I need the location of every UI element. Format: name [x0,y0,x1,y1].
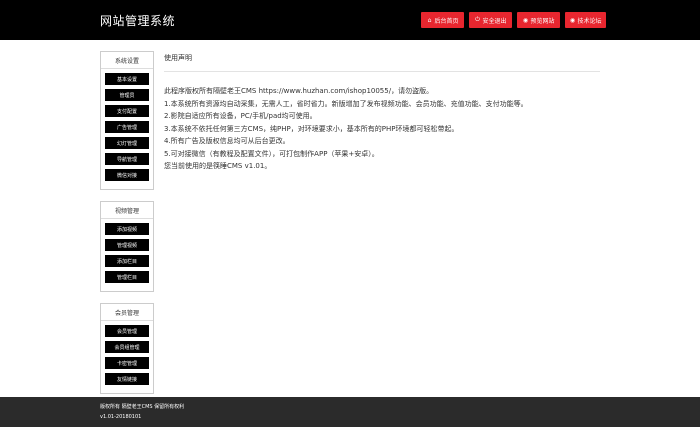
logout-button[interactable]: ⏻ 安全退出 [469,12,512,28]
sidebar-group-title: 系统设置 [101,52,153,69]
sidebar: 系统设置 基本设置 管理员 支付配置 广告管理 幻灯管理 导航管理 微信对接 视… [100,51,154,405]
sidebar-item-nav-management[interactable]: 导航管理 [105,153,149,165]
preview-site-label: 预览网站 [530,17,555,25]
main-content: 使用声明 此程序版权所有隔壁老王CMS https://www.huzhan.c… [164,53,600,173]
footer-copyright: 版权所有 隔壁老王CMS 保留所有权利 [100,404,185,410]
sidebar-item-ad-management[interactable]: 广告管理 [105,121,149,133]
notice-line: 2.影院自适应所有设备，PC/手机/pad均可使用。 [164,112,317,120]
sidebar-item-member-groups[interactable]: 会员组管理 [105,341,149,353]
notice-line: 1.本系统所有资源均自动采集，无需人工，省时省力。新版增加了发布视频功能、会员功… [164,99,528,108]
sidebar-item-manage-videos[interactable]: 管理视频 [105,239,149,251]
notice-line: 4.所有广告及版权信息均可从后台更改。 [164,137,290,145]
notice-line: 您当前使用的是筷睡CMS v1.01。 [164,162,272,170]
app-title: 网站管理系统 [100,14,176,28]
admin-home-button[interactable]: ⌂ 后台首页 [421,12,464,28]
home-icon: ⌂ [427,16,432,24]
sidebar-item-administrators[interactable]: 管理员 [105,89,149,101]
eye-icon: ◉ [569,16,576,24]
tech-forum-button[interactable]: ◉ 技术论坛 [565,12,606,28]
footer-version: v1.01-20180101 [100,414,142,420]
notice-line: 3.本系统不依托任何第三方CMS，纯PHP，对环境要求小，基本所有的PHP环境都… [164,124,459,133]
logout-label: 安全退出 [482,17,507,25]
notice-line: 5.可对接微信（有教程及配置文件），可打包制作APP（苹果+安卓）。 [164,149,379,158]
preview-site-button[interactable]: ◉ 预览网站 [517,12,560,28]
eye-icon: ◉ [522,16,529,24]
notice-line: 此程序版权所有隔壁老王CMS https://www.huzhan.com/is… [164,87,434,95]
tech-forum-label: 技术论坛 [577,17,602,25]
power-icon: ⏻ [475,16,480,23]
sidebar-group-video: 视频管理 添加视频 管理视频 添加栏目 管理栏目 [100,201,154,292]
sidebar-group-members: 会员管理 会员管理 会员组管理 卡密管理 友情链接 [100,303,154,394]
sidebar-item-friend-links[interactable]: 友情链接 [105,373,149,385]
sidebar-item-wechat-integration[interactable]: 微信对接 [105,169,149,181]
top-header-bar: 网站管理系统 ⌂ 后台首页 ⏻ 安全退出 ◉ 预览网站 ◉ 技术论坛 [0,0,700,40]
sidebar-group-title: 视频管理 [101,202,153,219]
sidebar-item-manage-categories[interactable]: 管理栏目 [105,271,149,283]
sidebar-item-slideshow-management[interactable]: 幻灯管理 [105,137,149,149]
header-button-group: ⌂ 后台首页 ⏻ 安全退出 ◉ 预览网站 ◉ 技术论坛 [421,12,606,28]
sidebar-group-system: 系统设置 基本设置 管理员 支付配置 广告管理 幻灯管理 导航管理 微信对接 [100,51,154,190]
sidebar-item-card-codes[interactable]: 卡密管理 [105,357,149,369]
usage-notice: 此程序版权所有隔壁老王CMS https://www.huzhan.com/is… [164,85,600,173]
sidebar-item-add-video[interactable]: 添加视频 [105,223,149,235]
page-title: 使用声明 [164,53,600,72]
sidebar-item-add-category[interactable]: 添加栏目 [105,255,149,267]
sidebar-item-basic-settings[interactable]: 基本设置 [105,73,149,85]
sidebar-group-title: 会员管理 [101,304,153,321]
admin-home-label: 后台首页 [434,17,459,25]
sidebar-item-payment-config[interactable]: 支付配置 [105,105,149,117]
footer: 版权所有 隔壁老王CMS 保留所有权利 v1.01-20180101 [0,397,700,427]
sidebar-item-member-management[interactable]: 会员管理 [105,325,149,337]
